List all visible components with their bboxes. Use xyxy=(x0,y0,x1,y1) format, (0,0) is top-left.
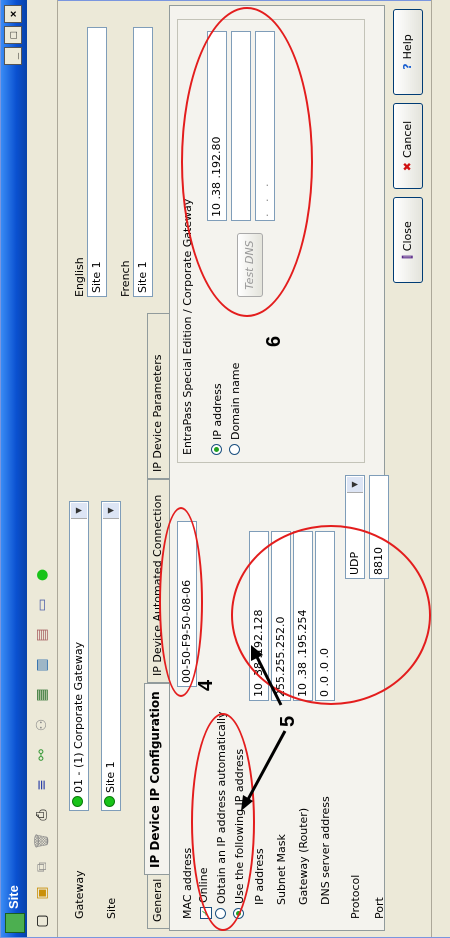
window-title: Site xyxy=(6,885,21,909)
annotation-label-4: 4 xyxy=(195,679,217,691)
link-icon[interactable]: ⚯ xyxy=(32,745,52,765)
tab-ip-device-ip-configuration[interactable]: IP Device IP Configuration xyxy=(144,683,170,875)
annotation-label-5: 5 xyxy=(277,715,299,727)
status-dot-icon xyxy=(72,796,83,807)
calendar-icon[interactable]: ▤ xyxy=(32,625,52,645)
radio-unchecked-icon xyxy=(229,444,240,455)
french-name-field[interactable]: Site 1 xyxy=(133,27,153,297)
gateway-ip-address-radio[interactable]: IP address xyxy=(211,383,224,455)
annotation-ellipse-mac xyxy=(159,507,203,697)
cancel-x-icon: ✖ xyxy=(401,162,414,172)
app-icon xyxy=(5,913,25,933)
gateway-router-label: Gateway (Router) xyxy=(297,807,310,905)
save-icon[interactable]: ▣ xyxy=(32,883,52,903)
annotation-label-6: 6 xyxy=(263,335,285,347)
port-label: Port xyxy=(373,897,386,919)
door-icon: ⫿ xyxy=(401,255,414,259)
english-name-field[interactable]: Site 1 xyxy=(87,27,107,297)
site-window: Site _ □ × ▢ ▣ ⧉ 🗑 ⎙ ≡ ⚯ ⚇ ▦ ▥ ▤ ▭ ● Gat… xyxy=(0,0,450,938)
close-button[interactable]: ⫿Close xyxy=(393,197,423,283)
annotation-ellipse-ip-fields xyxy=(231,525,431,705)
status-icon: ● xyxy=(34,568,50,582)
screen-icon[interactable]: ▭ xyxy=(32,595,52,615)
annotation-ellipse-gateway-address xyxy=(181,7,313,317)
radio-checked-icon xyxy=(211,444,222,455)
gateway-domain-name-radio[interactable]: Domain name xyxy=(229,363,242,455)
controller-icon[interactable]: ▥ xyxy=(32,655,52,675)
protocol-label: Protocol xyxy=(349,874,362,919)
french-label: French xyxy=(119,260,132,297)
site-label: Site xyxy=(105,897,118,919)
chevron-down-icon[interactable]: ▼ xyxy=(103,503,119,519)
print-icon[interactable]: ⎙ xyxy=(32,805,52,825)
title-bar: Site _ □ × xyxy=(1,0,27,937)
gateway-select[interactable]: 01 - (1) Corporate Gateway ▼ xyxy=(69,501,89,811)
minimize-button[interactable]: _ xyxy=(4,47,22,65)
help-button[interactable]: ?Help xyxy=(393,9,423,95)
delete-icon[interactable]: 🗑 xyxy=(32,831,52,851)
copy-icon[interactable]: ⧉ xyxy=(32,857,52,877)
help-question-icon: ? xyxy=(401,63,414,70)
tab-ip-device-parameters[interactable]: IP Device Parameters xyxy=(147,313,169,479)
status-dot-icon xyxy=(104,796,115,807)
gateway-label: Gateway xyxy=(73,870,86,919)
annotation-ellipse-radio-options xyxy=(191,713,255,931)
site-select[interactable]: Site 1 ▼ xyxy=(101,501,121,811)
users-icon[interactable]: ⚇ xyxy=(32,715,52,735)
list-icon[interactable]: ≡ xyxy=(32,775,52,795)
subnet-mask-label: Subnet Mask xyxy=(275,834,288,905)
ip-address-label: IP address xyxy=(253,848,266,905)
cancel-button[interactable]: ✖Cancel xyxy=(393,103,423,189)
tab-general[interactable]: General xyxy=(147,873,169,929)
toolbar: ▢ ▣ ⧉ 🗑 ⎙ ≡ ⚯ ⚇ ▦ ▥ ▤ ▭ ● xyxy=(27,0,58,937)
close-window-button[interactable]: × xyxy=(4,5,22,23)
chevron-down-icon[interactable]: ▼ xyxy=(71,503,87,519)
english-label: English xyxy=(73,257,86,297)
board-icon[interactable]: ▦ xyxy=(32,685,52,705)
dns-server-label: DNS server address xyxy=(319,796,332,905)
status-bar xyxy=(431,0,450,937)
maximize-button[interactable]: □ xyxy=(4,26,22,44)
new-icon[interactable]: ▢ xyxy=(32,911,52,931)
chevron-down-icon[interactable]: ▼ xyxy=(347,477,363,493)
